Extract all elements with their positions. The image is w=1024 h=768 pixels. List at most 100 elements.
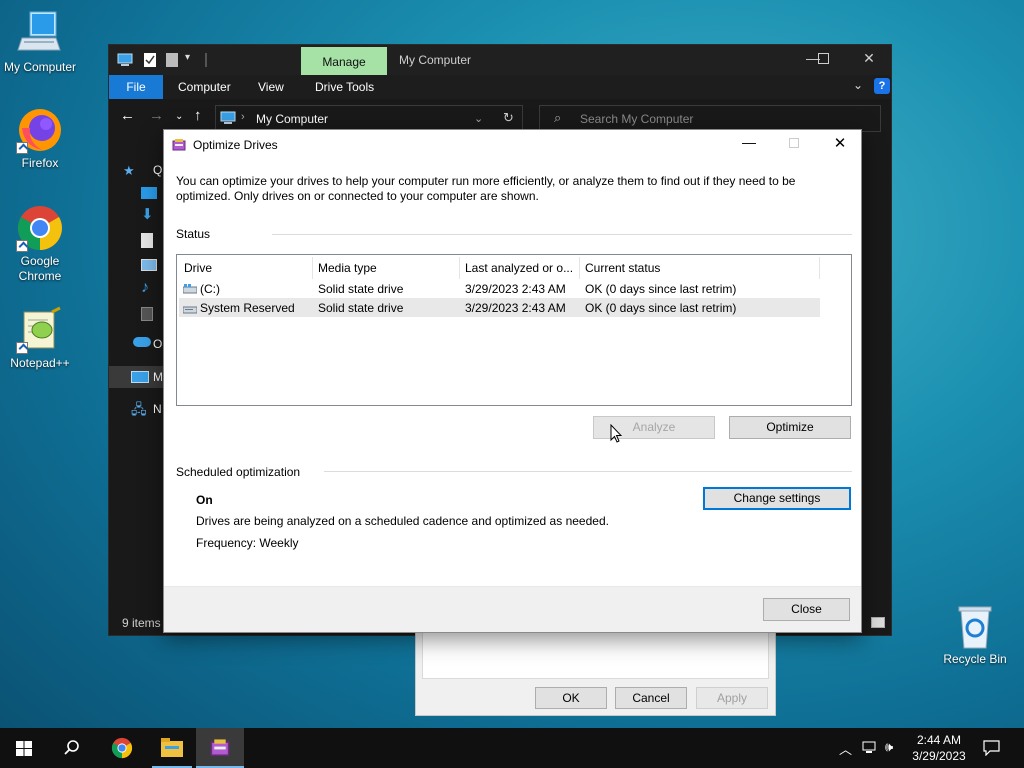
- ribbon-expand-chevron-icon[interactable]: ⌄: [853, 78, 863, 92]
- drive-icon: [182, 283, 198, 294]
- desktop-icon-notepadpp[interactable]: Notepad++: [0, 306, 80, 371]
- media-type: Solid state drive: [318, 301, 404, 315]
- dialog-close-x-button[interactable]: ✕: [825, 134, 855, 152]
- dialog-maximize-button: [779, 134, 809, 151]
- dialog-description: You can optimize your drives to help you…: [176, 174, 796, 203]
- search-input[interactable]: Search My Computer: [580, 112, 693, 126]
- table-row[interactable]: (C:) Solid state drive 3/29/2023 2:43 AM…: [179, 279, 820, 298]
- navpane-quick-access[interactable]: Q: [153, 163, 162, 177]
- scheduled-section-label: Scheduled optimization: [176, 465, 301, 479]
- desktop-icon-firefox[interactable]: Firefox: [0, 106, 80, 171]
- schedule-frequency: Frequency: Weekly: [196, 536, 299, 550]
- show-hidden-icons-chevron-icon[interactable]: ︿: [839, 739, 852, 758]
- tab-view[interactable]: View: [258, 80, 284, 94]
- help-icon[interactable]: ?: [874, 78, 890, 94]
- chrome-icon: [16, 204, 64, 252]
- notification-icon[interactable]: [983, 740, 1000, 756]
- taskbar-file-explorer[interactable]: [148, 728, 196, 768]
- pictures-icon[interactable]: [141, 259, 157, 271]
- divider: [324, 471, 852, 472]
- computer-icon: [220, 111, 236, 128]
- up-arrow-icon[interactable]: ↑: [194, 107, 202, 124]
- properties-dialog: OK Cancel Apply: [415, 630, 776, 716]
- tab-drive-tools[interactable]: Drive Tools: [315, 80, 374, 94]
- desktop-icon-label: Google Chrome: [18, 254, 62, 283]
- videos-icon[interactable]: [141, 307, 153, 321]
- recycle-bin-icon: [951, 602, 999, 650]
- search-taskbar-button[interactable]: [48, 728, 96, 768]
- onedrive-cloud-icon[interactable]: [133, 337, 151, 347]
- desktop-icon-chrome[interactable]: Google Chrome: [0, 204, 80, 284]
- address-bar[interactable]: › My Computer ⌄ ↻: [215, 105, 523, 132]
- table-row[interactable]: System Reserved Solid state drive 3/29/2…: [179, 298, 820, 317]
- quick-access-star-icon[interactable]: ★: [123, 163, 153, 181]
- desktop-icon-label: My Computer: [3, 60, 77, 74]
- drive-name: (C:): [200, 282, 220, 296]
- navpane-network[interactable]: N: [153, 402, 162, 416]
- optimize-drives-dialog: Optimize Drives — ✕ You can optimize you…: [163, 129, 862, 633]
- explorer-title: My Computer: [399, 53, 472, 67]
- refresh-icon[interactable]: ↻: [503, 110, 514, 126]
- clock-date: 3/29/2023: [912, 749, 966, 763]
- optimize-button[interactable]: Optimize: [729, 416, 851, 439]
- dialog-minimize-button[interactable]: —: [734, 134, 764, 150]
- address-dropdown-chevron-icon[interactable]: ⌄: [474, 112, 483, 125]
- documents-icon[interactable]: [141, 233, 153, 248]
- network-icon[interactable]: [862, 741, 880, 755]
- ribbon-tabs: File Computer View Drive Tools ⌄ ?: [109, 75, 891, 99]
- column-header-current-status[interactable]: Current status: [585, 261, 660, 275]
- explorer-close-button[interactable]: ✕: [859, 50, 879, 67]
- breadcrumb-chevron-icon[interactable]: ›: [241, 111, 245, 123]
- properties-icon[interactable]: [143, 52, 157, 68]
- search-icon: [64, 740, 79, 755]
- tab-computer[interactable]: Computer: [178, 80, 231, 94]
- change-settings-button[interactable]: Change settings: [703, 487, 851, 510]
- taskbar-optimize-drives[interactable]: [196, 728, 244, 768]
- desktop-icon-label: Recycle Bin: [943, 652, 1007, 666]
- properties-content-box: [422, 631, 769, 679]
- close-button[interactable]: Close: [763, 598, 850, 621]
- desktop-icon-recycle-bin[interactable]: Recycle Bin: [935, 602, 1015, 667]
- ok-button[interactable]: OK: [535, 687, 607, 709]
- optimize-drives-app-icon: [210, 739, 230, 756]
- taskbar: ︿ 🕪 2:44 AM 3/29/2023: [0, 728, 1024, 768]
- navpane-my-computer[interactable]: M: [153, 370, 163, 384]
- current-status: OK (0 days since last retrim): [585, 282, 737, 296]
- clock-time: 2:44 AM: [916, 733, 962, 747]
- taskbar-chrome[interactable]: [98, 728, 146, 768]
- column-header-last-analyzed[interactable]: Last analyzed or o...: [465, 261, 573, 275]
- explorer-maximize-button[interactable]: [813, 50, 833, 67]
- details-view-icon[interactable]: [871, 617, 885, 628]
- last-analyzed: 3/29/2023 2:43 AM: [465, 301, 566, 315]
- column-separator: [459, 257, 460, 279]
- media-type: Solid state drive: [318, 282, 404, 296]
- back-arrow-icon[interactable]: ←: [120, 107, 135, 124]
- column-header-drive[interactable]: Drive: [184, 261, 212, 275]
- apply-button[interactable]: Apply: [696, 687, 768, 709]
- shortcut-arrow-icon: [16, 142, 28, 154]
- clock[interactable]: 2:44 AM 3/29/2023: [912, 732, 966, 764]
- customize-qa-chevron-icon[interactable]: ▾: [185, 52, 195, 68]
- navpane-onedrive[interactable]: O: [153, 337, 162, 351]
- start-button[interactable]: [0, 728, 48, 768]
- folder-icon: [161, 738, 183, 757]
- shortcut-arrow-icon: [16, 342, 28, 354]
- separator: [205, 53, 207, 67]
- tab-file[interactable]: File: [109, 75, 163, 99]
- column-separator: [579, 257, 580, 279]
- search-box[interactable]: ⌕ Search My Computer: [539, 105, 881, 132]
- drives-list[interactable]: Drive Media type Last analyzed or o... C…: [176, 254, 852, 406]
- dialog-footer: Close: [164, 586, 861, 632]
- column-header-media-type[interactable]: Media type: [318, 261, 377, 275]
- windows-logo-icon: [16, 741, 32, 756]
- tab-manage[interactable]: Manage: [301, 47, 387, 75]
- forward-arrow-icon[interactable]: →: [149, 107, 164, 124]
- recent-locations-chevron-icon[interactable]: ⌄: [175, 111, 183, 122]
- volume-icon[interactable]: 🕪: [885, 739, 893, 755]
- desktop-icon-my-computer[interactable]: My Computer: [0, 10, 80, 75]
- new-folder-icon[interactable]: [165, 52, 179, 68]
- computer-icon[interactable]: [131, 371, 149, 383]
- desktop-folder-icon[interactable]: [141, 187, 157, 199]
- cancel-button[interactable]: Cancel: [615, 687, 687, 709]
- desktop-icon-label: Notepad++: [10, 356, 70, 370]
